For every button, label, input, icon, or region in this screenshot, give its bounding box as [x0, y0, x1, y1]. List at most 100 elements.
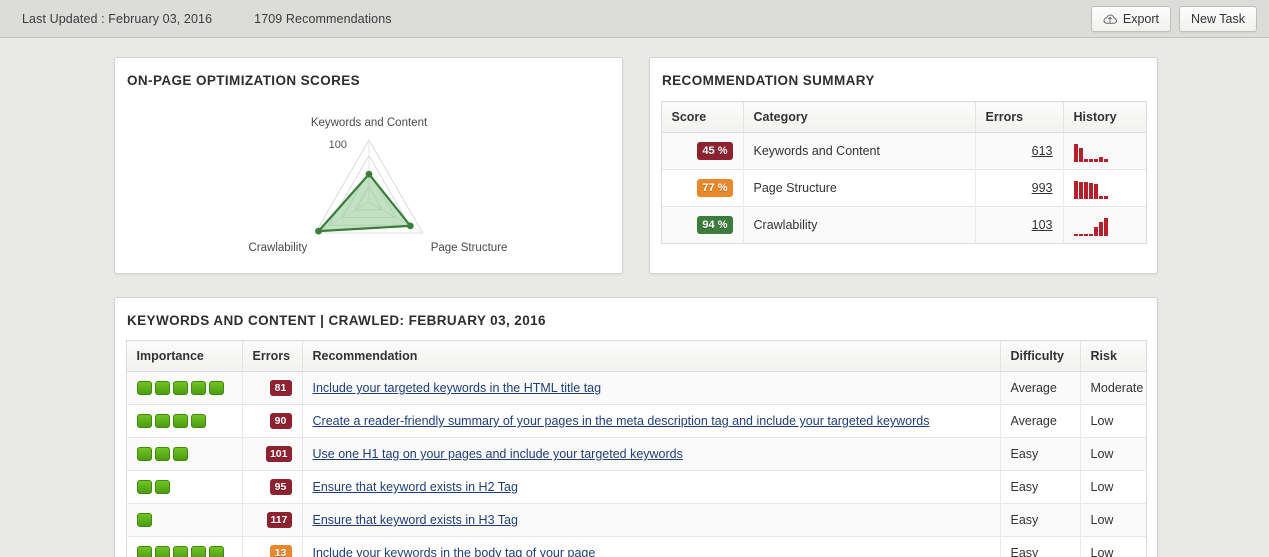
table-header-row: Score Category Errors History [661, 102, 1146, 133]
column-header-risk: Risk [1080, 341, 1146, 372]
risk-cell: Low [1080, 471, 1146, 504]
radar-axis-label: Crawlability [248, 242, 307, 254]
recommendation-link[interactable]: Include your targeted keywords in the HT… [313, 381, 602, 395]
category-cell: Page Structure [743, 170, 975, 207]
importance-meter [137, 513, 232, 527]
cloud-upload-icon [1103, 13, 1117, 25]
history-cell [1063, 170, 1146, 207]
page-content: ON-PAGE OPTIMIZATION SCORES 100Keywords … [0, 38, 1269, 557]
radar-data-point[interactable] [365, 171, 372, 178]
table-row: 117 Ensure that keyword exists in H3 Tag E… [126, 504, 1146, 537]
difficulty-cell: Average [1000, 405, 1080, 438]
errors-cell: 13 [242, 537, 302, 557]
new-task-button[interactable]: New Task [1179, 6, 1257, 32]
table-row: 95 Ensure that keyword exists in H2 Tag Ea… [126, 471, 1146, 504]
column-header-difficulty: Difficulty [1000, 341, 1080, 372]
bottom-panel-row: KEYWORDS AND CONTENT | CRAWLED: FEBRUARY… [0, 274, 1269, 557]
table-row: 81 Include your targeted keywords in the … [126, 372, 1146, 405]
history-sparkline [1074, 177, 1136, 199]
table-row: 101 Use one H1 tag on your pages and incl… [126, 438, 1146, 471]
errors-link[interactable]: 103 [1032, 218, 1053, 232]
errors-cell: 81 [242, 372, 302, 405]
recommendation-cell: Use one H1 tag on your pages and include… [302, 438, 1000, 471]
importance-cell [126, 471, 242, 504]
errors-cell: 101 [242, 438, 302, 471]
history-cell [1063, 133, 1146, 170]
errors-badge: 13 [270, 545, 292, 557]
table-row: 77 %Page Structure 993 [661, 170, 1146, 207]
difficulty-cell: Easy [1000, 438, 1080, 471]
status-badge: 45 % [697, 142, 732, 160]
score-cell: 94 % [661, 207, 743, 244]
category-cell: Crawlability [743, 207, 975, 244]
radar-axis-label: Keywords and Content [310, 117, 427, 129]
risk-cell: Low [1080, 504, 1146, 537]
top-panels-row: ON-PAGE OPTIMIZATION SCORES 100Keywords … [0, 57, 1269, 274]
recommendation-cell: Ensure that keyword exists in H2 Tag [302, 471, 1000, 504]
difficulty-cell: Average [1000, 372, 1080, 405]
recommendation-link[interactable]: Include your keywords in the body tag of… [313, 546, 596, 557]
table-row: 13 Include your keywords in the body tag … [126, 537, 1146, 557]
difficulty-cell: Easy [1000, 537, 1080, 557]
recommendation-summary-title: RECOMMENDATION SUMMARY [650, 58, 1157, 88]
recommendation-link[interactable]: Create a reader-friendly summary of your… [313, 414, 930, 428]
table-row: 94 %Crawlability 103 [661, 207, 1146, 244]
recommendations-count-label: 1709 Recommendations [254, 12, 392, 26]
recommendation-link[interactable]: Ensure that keyword exists in H3 Tag [313, 513, 518, 527]
history-sparkline [1074, 140, 1136, 162]
history-cell [1063, 207, 1146, 244]
radar-data-point[interactable] [315, 228, 322, 235]
export-button[interactable]: Export [1091, 6, 1171, 32]
errors-cell: 993 [975, 170, 1063, 207]
errors-badge: 95 [270, 479, 292, 495]
radar-data-point[interactable] [406, 222, 413, 229]
column-header-errors: Errors [242, 341, 302, 372]
importance-cell [126, 504, 242, 537]
difficulty-cell: Easy [1000, 504, 1080, 537]
errors-cell: 95 [242, 471, 302, 504]
errors-badge: 117 [267, 512, 292, 528]
importance-cell [126, 537, 242, 557]
column-header-recommendation: Recommendation [302, 341, 1000, 372]
recommendation-cell: Ensure that keyword exists in H3 Tag [302, 504, 1000, 537]
keywords-and-content-table: Importance Errors Recommendation Difficu… [126, 340, 1147, 557]
radar-chart: 100Keywords and ContentPage StructureCra… [219, 94, 519, 264]
recommendation-summary-body: 45 %Keywords and Content61377 %Page Stru… [661, 133, 1146, 244]
recommendation-cell: Include your targeted keywords in the HT… [302, 372, 1000, 405]
recommendation-summary-table: Score Category Errors History 45 %Keywor… [661, 101, 1147, 244]
score-cell: 77 % [661, 170, 743, 207]
recommendation-link[interactable]: Ensure that keyword exists in H2 Tag [313, 480, 518, 494]
importance-meter [137, 546, 232, 557]
risk-cell: Low [1080, 438, 1146, 471]
last-updated-label: Last Updated : February 03, 2016 [22, 12, 212, 26]
importance-meter [137, 447, 232, 461]
importance-cell [126, 405, 242, 438]
errors-link[interactable]: 613 [1032, 144, 1053, 158]
column-header-category: Category [743, 102, 975, 133]
recommendation-cell: Include your keywords in the body tag of… [302, 537, 1000, 557]
top-bar-info: Last Updated : February 03, 2016 1709 Re… [22, 12, 392, 26]
recommendation-summary-panel: RECOMMENDATION SUMMARY Score Category Er… [649, 57, 1158, 274]
top-bar: Last Updated : February 03, 2016 1709 Re… [0, 0, 1269, 38]
table-row: 90 Create a reader-friendly summary of yo… [126, 405, 1146, 438]
column-header-history: History [1063, 102, 1146, 133]
column-header-importance: Importance [126, 341, 242, 372]
errors-link[interactable]: 993 [1032, 181, 1053, 195]
errors-cell: 90 [242, 405, 302, 438]
table-header-row: Importance Errors Recommendation Difficu… [126, 341, 1146, 372]
risk-cell: Low [1080, 405, 1146, 438]
keywords-and-content-body: 81 Include your targeted keywords in the … [126, 372, 1146, 557]
score-cell: 45 % [661, 133, 743, 170]
recommendation-link[interactable]: Use one H1 tag on your pages and include… [313, 447, 683, 461]
keywords-and-content-title: KEYWORDS AND CONTENT | CRAWLED: FEBRUARY… [115, 298, 1157, 328]
importance-meter [137, 414, 232, 428]
errors-cell: 103 [975, 207, 1063, 244]
top-bar-actions: Export New Task [1091, 6, 1257, 32]
radar-axis-label: Page Structure [430, 242, 507, 254]
difficulty-cell: Easy [1000, 471, 1080, 504]
errors-badge: 101 [266, 446, 292, 462]
errors-badge: 81 [270, 380, 292, 396]
keywords-and-content-panel: KEYWORDS AND CONTENT | CRAWLED: FEBRUARY… [114, 297, 1158, 557]
errors-cell: 613 [975, 133, 1063, 170]
risk-cell: Low [1080, 537, 1146, 557]
